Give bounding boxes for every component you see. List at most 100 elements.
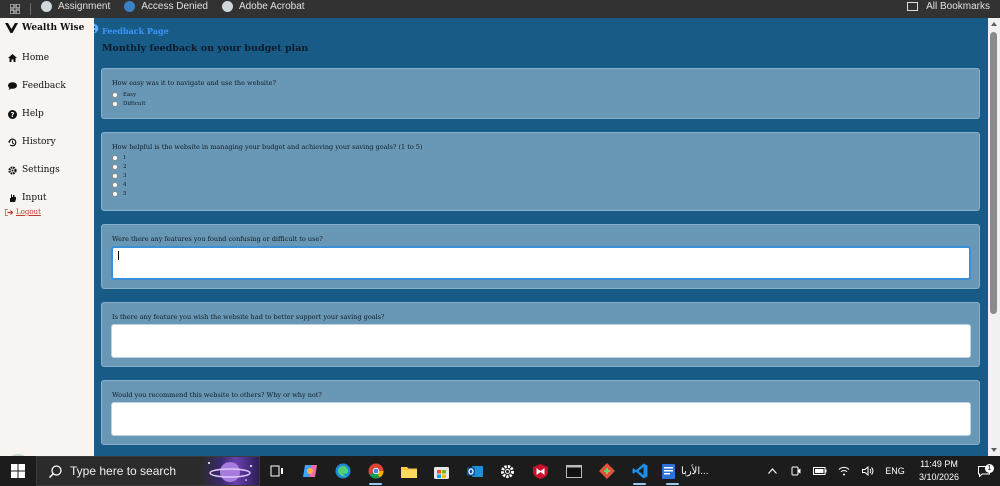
question-card-helpfulness: How helpful is the website in managing y… [101, 132, 980, 211]
radio-option-1[interactable]: 1 [112, 153, 127, 162]
edge-icon[interactable] [326, 456, 359, 486]
logout-icon [5, 208, 13, 216]
option-label: 3 [123, 172, 127, 179]
sidebar-item-history[interactable]: History [0, 128, 94, 156]
volume-icon[interactable] [856, 466, 880, 476]
radio-option-4[interactable]: 4 [112, 180, 127, 189]
shield-icon [124, 0, 136, 12]
taskbar-app-label: الأربا... [681, 465, 709, 477]
question-card-recommend: Would you recommend this website to othe… [101, 380, 980, 445]
radio-button[interactable] [112, 154, 118, 161]
taskbar: Type here to search الأربا... ENG 11:49 … [0, 456, 1000, 486]
clock[interactable]: 11:49 PM 3/10/2026 [910, 458, 968, 484]
globe-icon [221, 0, 233, 12]
sidebar-item-feedback[interactable]: Feedback [0, 72, 94, 100]
search-highlight-image [201, 457, 259, 485]
notification-count-badge: 1 [985, 463, 994, 473]
chevron-up-icon[interactable] [760, 468, 784, 474]
bookmark-label: Access Denied [141, 0, 208, 12]
notification-center-button[interactable]: 1 [968, 463, 1000, 477]
sidebar-item-label: Help [22, 109, 44, 119]
sidebar-item-label: Settings [22, 165, 60, 175]
sidebar-item-settings[interactable]: Settings [0, 156, 94, 184]
scroll-down-arrow-icon[interactable] [991, 448, 997, 452]
bookmark-assignment[interactable]: Assignment [41, 0, 111, 12]
all-bookmarks-button[interactable]: All Bookmarks [907, 1, 990, 12]
logo-icon [5, 23, 18, 33]
brand[interactable]: Wealth Wise [0, 18, 94, 38]
windows-icon [11, 464, 25, 478]
radio-option-2[interactable]: 2 [112, 162, 127, 171]
microsoft-store-icon[interactable] [425, 456, 458, 486]
battery-icon[interactable] [808, 467, 832, 475]
collapse-sidebar-button[interactable] [94, 23, 99, 34]
question-text: Were there any features you found confus… [112, 235, 323, 243]
question-text: How helpful is the website in managing y… [112, 143, 423, 151]
text-caret [118, 251, 119, 260]
sidebar-item-help[interactable]: ? Help [0, 100, 94, 128]
task-view-icon[interactable] [260, 456, 293, 486]
file-explorer-icon[interactable] [392, 456, 425, 486]
gear-icon [8, 165, 18, 175]
history-icon [8, 138, 18, 147]
option-label: 1 [123, 154, 127, 161]
question-card-confusing-features: Were there any features you found confus… [101, 224, 980, 289]
svg-text:?: ? [10, 111, 14, 119]
sidebar-item-home[interactable]: Home [0, 44, 94, 72]
mcafee-icon[interactable] [524, 456, 557, 486]
main-content: Feedback Page Monthly feedback on your b… [94, 18, 988, 456]
question-card-wished-features: Is there any feature you wish the websit… [101, 302, 980, 367]
radio-button[interactable] [112, 163, 118, 170]
chrome-icon[interactable] [359, 456, 392, 486]
radio-option-5[interactable]: 5 [112, 189, 127, 198]
bookmark-access-denied[interactable]: Access Denied [124, 0, 208, 12]
bookmarks-bar: Assignment Access Denied Adobe Acrobat A… [0, 0, 1000, 18]
start-button[interactable] [0, 464, 36, 478]
radio-button[interactable] [112, 172, 118, 179]
scrollbar-thumb[interactable] [990, 32, 997, 314]
meet-now-icon[interactable] [784, 466, 808, 476]
language-indicator[interactable]: ENG [880, 466, 910, 476]
radio-button[interactable] [112, 91, 118, 98]
bookmark-label: Adobe Acrobat [238, 0, 305, 12]
bookmark-adobe-acrobat[interactable]: Adobe Acrobat [221, 0, 305, 12]
wifi-icon[interactable] [832, 466, 856, 476]
git-client-icon[interactable] [590, 456, 623, 486]
sidebar-item-label: Input [22, 193, 47, 203]
comment-icon [8, 82, 18, 90]
confusing-features-textarea[interactable] [111, 246, 971, 280]
scroll-up-arrow-icon[interactable] [991, 22, 997, 26]
outlook-icon[interactable] [458, 456, 491, 486]
wished-features-textarea[interactable] [111, 324, 971, 358]
settings-gear-icon[interactable] [491, 456, 524, 486]
all-bookmarks-label: All Bookmarks [926, 0, 990, 12]
radio-button[interactable] [112, 100, 118, 107]
question-text: Is there any feature you wish the websit… [112, 313, 385, 321]
home-icon [8, 54, 18, 62]
option-label: 2 [123, 163, 127, 170]
vertical-scrollbar[interactable] [988, 18, 1000, 456]
bookmark-label: Assignment [58, 0, 111, 12]
recommend-textarea[interactable] [111, 402, 971, 436]
question-text: Would you recommend this website to othe… [112, 391, 322, 399]
question-icon: ? [8, 109, 18, 119]
taskbar-search[interactable]: Type here to search [36, 456, 260, 486]
apps-grid-icon[interactable] [0, 4, 30, 14]
feedback-page-link[interactable]: Feedback Page [102, 26, 169, 36]
word-document-taskbar-item[interactable]: الأربا... [656, 456, 712, 486]
copilot-icon[interactable] [293, 456, 326, 486]
terminal-icon[interactable] [557, 456, 590, 486]
radio-button[interactable] [112, 190, 118, 197]
option-label: Difficult [123, 100, 146, 107]
radio-option-difficult[interactable]: Difficult [112, 99, 145, 108]
question-text: How easy was it to navigate and use the … [112, 79, 276, 87]
sidebar-item-label: Feedback [22, 81, 66, 91]
radio-option-3[interactable]: 3 [112, 171, 127, 180]
logout-link[interactable]: Logout [0, 208, 94, 216]
logout-label: Logout [16, 208, 41, 216]
document-icon [662, 463, 675, 479]
search-icon [49, 464, 62, 478]
vscode-icon[interactable] [623, 456, 656, 486]
radio-button[interactable] [112, 181, 118, 188]
radio-option-easy[interactable]: Easy [112, 90, 145, 99]
